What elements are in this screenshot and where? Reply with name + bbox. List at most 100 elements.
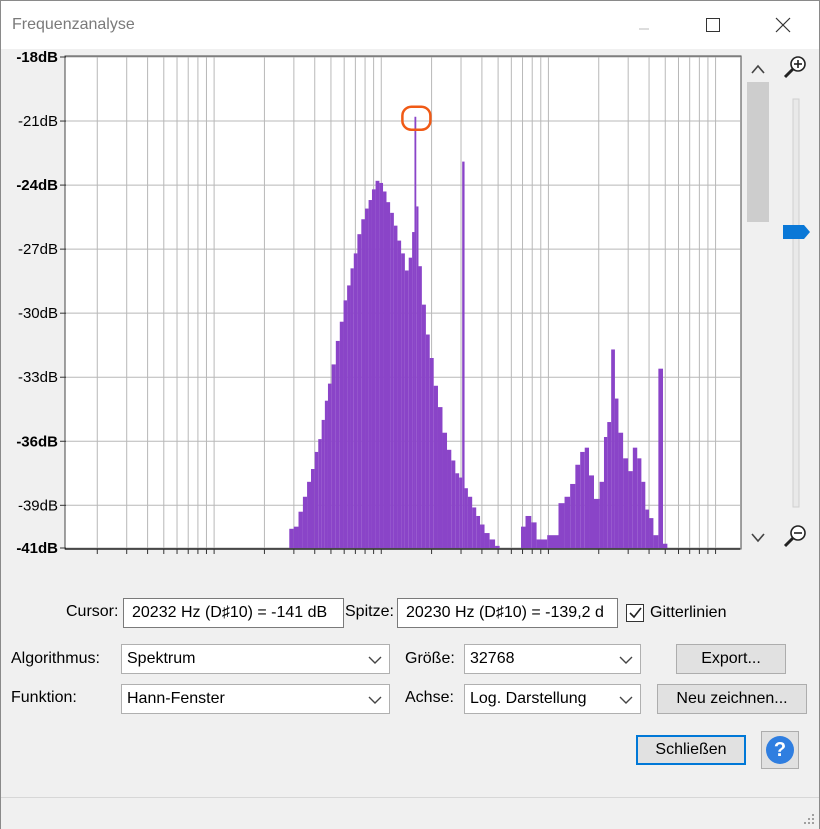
spectrum-bar bbox=[575, 464, 581, 548]
spectrum-bar bbox=[414, 116, 417, 548]
spectrum-bar bbox=[365, 208, 369, 548]
title-bar: Frequenzanalyse bbox=[1, 1, 819, 49]
spectrum-bar bbox=[584, 447, 590, 548]
chevron-down-icon bbox=[368, 656, 382, 664]
spectrum-bar bbox=[331, 364, 336, 548]
chevron-down-icon bbox=[368, 696, 382, 704]
spectrum-bar bbox=[641, 481, 646, 548]
cursor-readout: 20232 Hz (D♯10) = -141 dB bbox=[123, 598, 344, 628]
x-axis-ticks bbox=[65, 548, 740, 554]
peak-label: Spitze: bbox=[345, 603, 394, 620]
spectrum-bar bbox=[558, 503, 565, 548]
spectrum-bar bbox=[593, 498, 600, 548]
spectrum-bar bbox=[437, 407, 443, 548]
minimize-icon bbox=[639, 28, 649, 30]
spectrum-bar bbox=[564, 496, 571, 548]
zoom-slider-track[interactable] bbox=[792, 98, 800, 508]
spectrum-bar bbox=[464, 488, 468, 548]
spectrum-bar bbox=[623, 458, 629, 548]
spectrum-bar bbox=[307, 481, 311, 548]
resize-grip-icon[interactable] bbox=[802, 812, 816, 826]
spectrum-bar bbox=[580, 451, 585, 548]
spectrum-bar bbox=[628, 471, 633, 548]
export-button[interactable]: Export... bbox=[676, 644, 786, 674]
spectrum-bar bbox=[324, 400, 328, 548]
spectrum-bar bbox=[599, 481, 604, 548]
spectrum-bar bbox=[480, 524, 485, 548]
redraw-button[interactable]: Neu zeichnen... bbox=[657, 684, 807, 714]
spectrum-bar bbox=[455, 473, 460, 548]
spectrum-bar bbox=[368, 200, 372, 548]
grid-checkbox-label: Gitterlinien bbox=[650, 604, 727, 621]
axis-value: Log. Darstellung bbox=[470, 690, 587, 707]
spectrum-bar bbox=[536, 539, 548, 548]
axis-label: Achse: bbox=[405, 689, 454, 706]
vertical-scrollbar[interactable] bbox=[745, 56, 771, 549]
spectrum-bar bbox=[390, 212, 394, 549]
spectrum-bar bbox=[298, 511, 303, 548]
spectrum-bar bbox=[350, 268, 354, 548]
zoom-slider-thumb[interactable] bbox=[783, 225, 810, 239]
spectrum-bar bbox=[293, 526, 299, 548]
y-tick-label: -39dB bbox=[18, 497, 58, 514]
spectrum-bar bbox=[614, 398, 619, 548]
spectrum-bar bbox=[663, 543, 668, 548]
axis-select[interactable]: Log. Darstellung bbox=[464, 684, 641, 714]
y-tick-label: -27dB bbox=[18, 241, 58, 258]
spectrum-bar bbox=[429, 358, 434, 548]
spectrum-bar bbox=[418, 266, 422, 548]
spectrum-bar bbox=[361, 219, 366, 549]
y-tick-label: -41dB bbox=[16, 540, 58, 557]
y-axis-labels: -18dB -21dB -24dB -27dB -30dB -33dB -36dB -39dB… bbox=[16, 49, 58, 557]
spectrum-bar bbox=[476, 515, 481, 548]
spectrum-bar bbox=[589, 475, 594, 548]
close-button[interactable]: Schließen bbox=[636, 735, 746, 765]
spectrum-bar bbox=[459, 477, 463, 548]
spectrum-chart[interactable]: -18dB -21dB -24dB -27dB -30dB -33dB -36dB -39dB… bbox=[1, 49, 819, 578]
plot-area: -18dB -21dB -24dB -27dB -30dB -33dB -36dB -39dB… bbox=[1, 49, 819, 578]
spectrum-bar bbox=[525, 515, 532, 548]
spectrum-bar bbox=[442, 432, 448, 548]
zoom-in-icon[interactable] bbox=[783, 56, 806, 79]
spectrum-bar bbox=[383, 191, 387, 548]
help-button[interactable]: ? bbox=[761, 731, 799, 769]
y-tick-label: -36dB bbox=[16, 433, 58, 450]
spectrum-bar bbox=[318, 439, 322, 548]
spectrum-bar bbox=[495, 545, 500, 548]
spectrum-bar bbox=[412, 232, 415, 548]
chevron-down-icon bbox=[619, 696, 633, 704]
algorithm-select[interactable]: Spektrum bbox=[121, 644, 390, 674]
grid-checkbox[interactable] bbox=[626, 604, 644, 622]
spectrum-bar bbox=[603, 436, 608, 548]
maximize-button[interactable] bbox=[690, 1, 736, 49]
size-value: 32768 bbox=[470, 650, 515, 667]
spectrum-bar bbox=[335, 340, 340, 548]
scrollbar-thumb[interactable] bbox=[747, 82, 769, 222]
spectrum-bar bbox=[357, 234, 362, 548]
spectrum-bar bbox=[462, 161, 465, 548]
minimize-button[interactable] bbox=[621, 1, 667, 49]
y-tick-label: -18dB bbox=[16, 49, 58, 66]
function-select[interactable]: Hann-Fenster bbox=[121, 684, 390, 714]
frequency-analysis-window: Frequenzanalyse -18dB -21dB -24dB -27dB -30d… bbox=[0, 0, 820, 829]
spectrum-bar bbox=[408, 257, 413, 548]
spectrum-bar bbox=[375, 180, 380, 549]
spectrum-bar bbox=[632, 447, 638, 548]
spectrum-bar bbox=[451, 460, 456, 548]
spectrum-bar bbox=[347, 285, 351, 548]
spectrum-bar bbox=[339, 321, 344, 548]
checkmark-icon bbox=[629, 607, 642, 619]
size-select[interactable]: 32768 bbox=[464, 644, 641, 674]
spectrum-bar bbox=[611, 349, 615, 548]
status-bar bbox=[1, 797, 819, 829]
zoom-out-icon[interactable] bbox=[783, 525, 806, 548]
spectrum-bar bbox=[618, 432, 624, 548]
function-value: Hann-Fenster bbox=[127, 690, 225, 707]
spectrum-bar bbox=[379, 182, 384, 548]
spectrum-bar bbox=[658, 368, 664, 548]
spectrum-bar bbox=[637, 458, 642, 548]
spectrum-bar bbox=[302, 496, 308, 548]
close-window-button[interactable] bbox=[760, 1, 806, 49]
spectrum-bar bbox=[521, 526, 526, 548]
y-tick-label: -24dB bbox=[16, 177, 58, 194]
